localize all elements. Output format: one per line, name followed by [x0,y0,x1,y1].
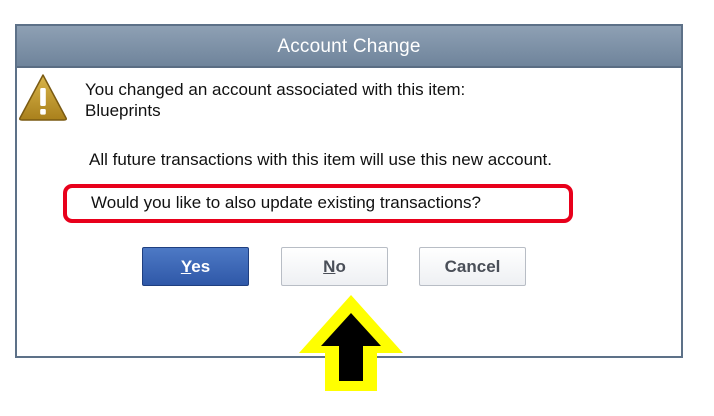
future-transactions-message: All future transactions with this item w… [89,150,552,169]
cancel-button[interactable]: Cancel [419,247,526,286]
update-existing-question: Would you like to also update existing t… [91,193,481,212]
account-changed-message: You changed an account associated with t… [85,80,466,99]
yes-label-rest: es [191,257,211,276]
item-name: Blueprints [85,101,161,120]
warning-icon [19,74,67,121]
up-arrow-icon [299,295,403,391]
screenshot-canvas: Account Change You changed an account as… [0,0,714,416]
dialog-titlebar[interactable]: Account Change [17,26,681,68]
no-button[interactable]: No [281,247,388,286]
dialog-title: Account Change [277,36,421,57]
yes-button[interactable]: Yes [142,247,249,286]
no-label-rest: o [335,257,346,276]
no-mnemonic: N [323,257,336,276]
yes-mnemonic: Y [180,257,192,276]
